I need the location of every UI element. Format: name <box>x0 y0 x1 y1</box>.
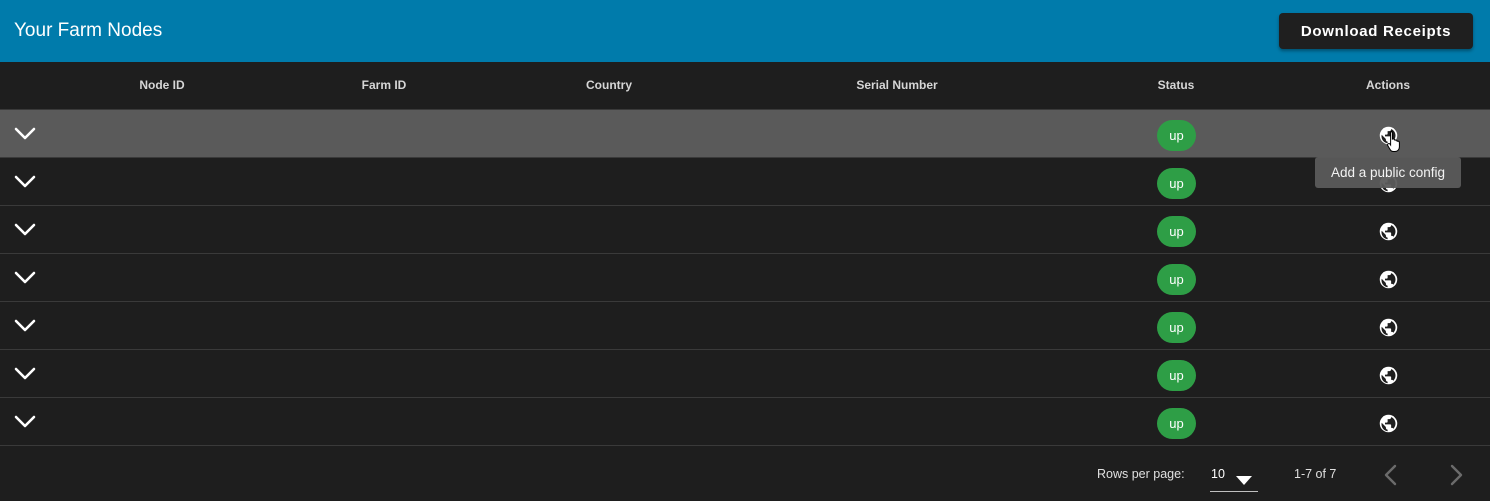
chevron-down-icon[interactable] <box>12 170 38 194</box>
globe-icon[interactable] <box>1377 268 1399 290</box>
chevron-down-icon[interactable] <box>12 410 38 434</box>
table-pagination: Rows per page: 10 1-7 of 7 <box>0 447 1490 501</box>
chevron-down-icon[interactable] <box>12 314 38 338</box>
status-badge: up <box>1157 408 1196 439</box>
chevron-down-icon[interactable] <box>12 362 38 386</box>
caret-down-icon <box>1236 472 1252 490</box>
table-row[interactable]: up <box>0 254 1490 302</box>
page-title: Your Farm Nodes <box>14 20 163 41</box>
status-badge: up <box>1157 360 1196 391</box>
table-header: Node ID Farm ID Country Serial Number St… <box>0 62 1490 110</box>
download-receipts-button[interactable]: Download Receipts <box>1279 13 1473 49</box>
globe-icon[interactable] <box>1377 412 1399 434</box>
previous-page-button[interactable] <box>1378 462 1402 488</box>
table-row[interactable]: up <box>0 398 1490 446</box>
rows-per-page-select[interactable]: 10 <box>1210 461 1258 492</box>
table-row[interactable]: up <box>0 158 1490 206</box>
column-header-node-id[interactable]: Node ID <box>139 62 184 109</box>
chevron-down-icon[interactable] <box>12 266 38 290</box>
column-header-status[interactable]: Status <box>1158 62 1195 109</box>
table-row[interactable]: up <box>0 206 1490 254</box>
hand-cursor-icon <box>1386 130 1402 152</box>
status-badge: up <box>1157 264 1196 295</box>
chevron-right-icon <box>1450 464 1463 486</box>
chevron-down-icon[interactable] <box>12 122 38 146</box>
status-badge: up <box>1157 168 1196 199</box>
top-bar: Your Farm Nodes Download Receipts <box>0 0 1490 62</box>
globe-icon[interactable] <box>1377 220 1399 242</box>
table-row[interactable]: up <box>0 110 1490 158</box>
column-header-actions: Actions <box>1365 78 1411 92</box>
column-header-country[interactable]: Country <box>586 62 632 109</box>
rows-per-page-value: 10 <box>1211 467 1225 481</box>
column-header-farm-id[interactable]: Farm ID <box>362 62 407 109</box>
rows-per-page-label: Rows per page: <box>1097 467 1185 481</box>
table-row[interactable]: up <box>0 302 1490 350</box>
status-badge: up <box>1157 216 1196 247</box>
chevron-left-icon <box>1384 464 1397 486</box>
globe-icon[interactable] <box>1377 316 1399 338</box>
table-row[interactable]: up <box>0 350 1490 398</box>
tooltip: Add a public config <box>1315 157 1461 188</box>
status-badge: up <box>1157 312 1196 343</box>
column-header-serial-number[interactable]: Serial Number <box>856 62 937 109</box>
next-page-button[interactable] <box>1445 462 1469 488</box>
status-badge: up <box>1157 120 1196 151</box>
globe-icon[interactable] <box>1377 364 1399 386</box>
chevron-down-icon[interactable] <box>12 218 38 242</box>
pagination-range: 1-7 of 7 <box>1294 467 1337 481</box>
